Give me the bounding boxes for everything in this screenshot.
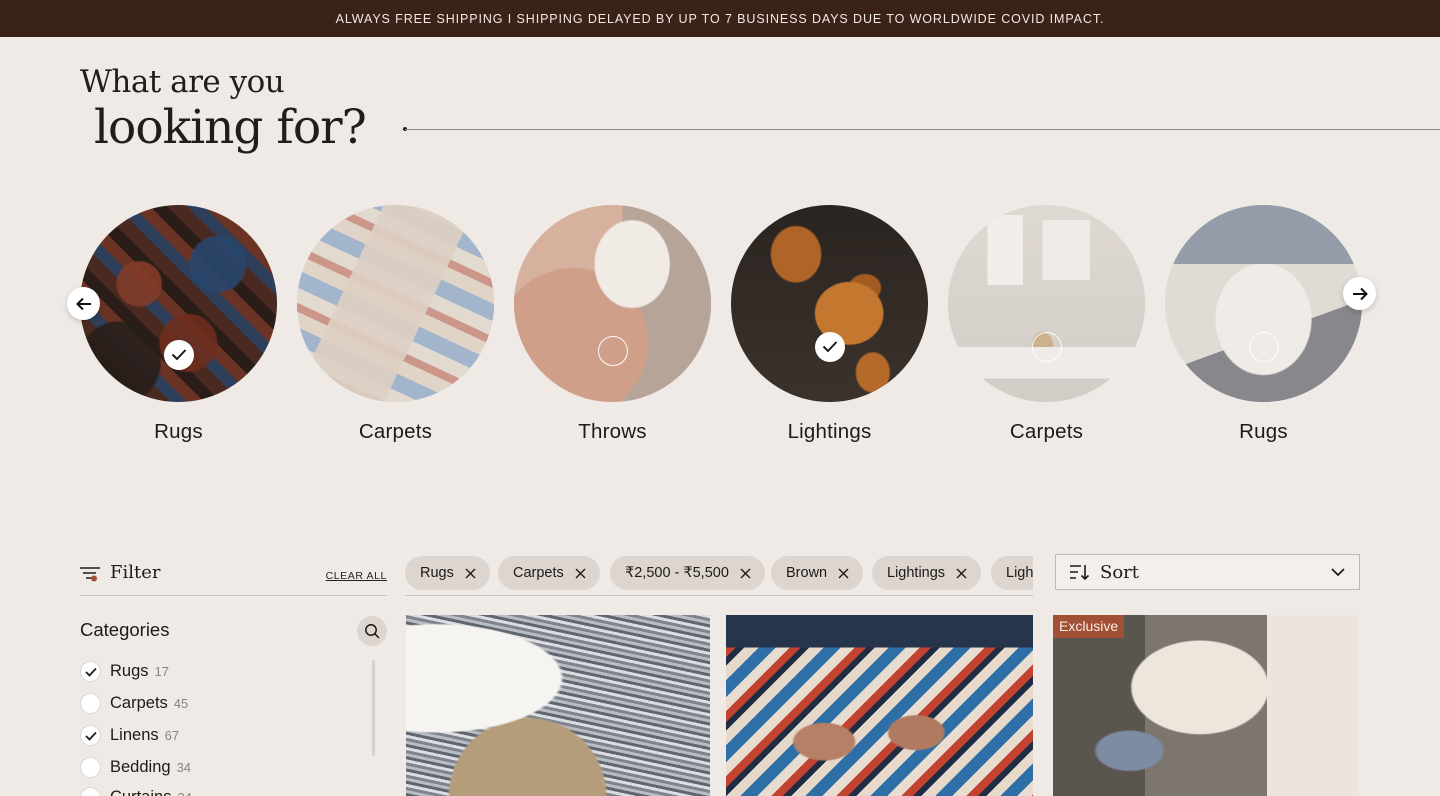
chip-label: Lighings [1006, 565, 1033, 581]
close-icon[interactable] [575, 568, 586, 579]
filter-header: Filter CLEAR ALL [80, 560, 387, 596]
check-placeholder-icon [1248, 332, 1279, 362]
filter-option-label: Linens [110, 725, 159, 744]
filter-chip[interactable]: Lightings [872, 556, 982, 590]
category-image-lightings [731, 205, 928, 402]
check-icon [814, 332, 845, 362]
check-icon [85, 731, 97, 741]
product-card[interactable] [726, 615, 1033, 796]
heading-divider [405, 129, 1440, 130]
category-label: Carpets [1009, 420, 1084, 443]
carousel-next-button[interactable] [1343, 277, 1376, 310]
check-placeholder-icon [1031, 332, 1062, 362]
close-icon[interactable] [838, 568, 849, 579]
sort-dropdown[interactable]: Sort [1055, 554, 1360, 590]
category-image-throws [514, 205, 711, 402]
filter-chip[interactable]: Rugs [405, 556, 490, 590]
close-icon[interactable] [465, 568, 476, 579]
checkbox-checked[interactable] [80, 660, 101, 682]
product-image-cushion [1053, 615, 1359, 796]
product-image-kilim [726, 615, 1033, 796]
filter-chip[interactable]: Lighings [991, 556, 1033, 590]
checkbox[interactable] [80, 692, 101, 714]
checkbox[interactable] [80, 786, 101, 796]
category-label: Throws [578, 420, 647, 443]
filter-option-count: 45 [173, 695, 189, 711]
chip-label: Lightings [887, 565, 946, 581]
category-card-throws[interactable]: Throws [514, 205, 711, 444]
filter-icon [80, 567, 100, 582]
category-label: Rugs [154, 420, 203, 443]
categories-heading: Categories [80, 619, 170, 640]
filter-chip[interactable]: Carpets [498, 556, 600, 590]
filter-option-rugs[interactable]: Rugs 17 [80, 660, 169, 682]
category-scrollbar[interactable] [372, 660, 375, 756]
arrow-left-icon [75, 297, 91, 310]
category-image-bedroom [1165, 205, 1362, 402]
filter-chip[interactable]: ₹2,500 - ₹5,500 [610, 556, 765, 590]
filter-option-bedding[interactable]: Bedding 34 [80, 756, 191, 778]
filter-option-linens[interactable]: Linens 67 [80, 724, 179, 746]
checkbox[interactable] [80, 756, 101, 778]
chip-label: Carpets [513, 565, 564, 581]
chip-label: ₹2,500 - ₹5,500 [625, 565, 729, 581]
category-card-rugs-2[interactable]: Rugs [1165, 205, 1362, 444]
category-search-button[interactable] [357, 616, 387, 646]
product-card[interactable] [406, 615, 710, 796]
filter-option-label: Curtains [110, 788, 171, 796]
chip-label: Rugs [420, 565, 454, 581]
category-label: Lightings [787, 420, 872, 443]
announcement-text: ALWAYS FREE SHIPPING I SHIPPING DELAYED … [335, 11, 1105, 26]
category-card-carpets-2[interactable]: Carpets [948, 205, 1145, 444]
check-icon [163, 340, 194, 370]
filter-option-count: 34 [176, 759, 192, 775]
section-heading-line1: What are you [80, 64, 285, 100]
arrow-right-icon [1352, 287, 1368, 300]
search-icon [365, 624, 380, 639]
active-filters-bar: Rugs Carpets ₹2,500 - ₹5,500 Brown Light… [405, 556, 1033, 596]
filter-option-carpets[interactable]: Carpets 45 [80, 692, 188, 714]
filter-option-label: Rugs [110, 661, 149, 680]
category-image-rugs [80, 205, 277, 402]
check-placeholder-icon [597, 336, 628, 366]
announcement-bar: ALWAYS FREE SHIPPING I SHIPPING DELAYED … [0, 0, 1440, 37]
checkbox-checked[interactable] [80, 724, 101, 746]
filter-option-curtains[interactable]: Curtains 24 [80, 786, 192, 796]
filter-option-count: 24 [177, 790, 191, 796]
category-image-carpets [297, 205, 494, 402]
category-card-lightings[interactable]: Lightings [731, 205, 928, 444]
category-label: Rugs [1239, 420, 1288, 443]
filter-option-label: Carpets [110, 693, 168, 712]
exclusive-badge: Exclusive [1053, 615, 1125, 638]
close-icon[interactable] [740, 568, 751, 579]
filter-option-count: 67 [164, 727, 180, 743]
close-icon[interactable] [956, 568, 967, 579]
clear-all-link[interactable]: CLEAR ALL [326, 570, 387, 582]
filter-chip[interactable]: Brown [771, 556, 864, 590]
category-card-carpets[interactable]: Carpets [297, 205, 494, 444]
filter-title: Filter [110, 562, 161, 583]
chevron-down-icon [1331, 568, 1345, 577]
filter-option-count: 17 [154, 663, 169, 679]
check-icon [85, 667, 97, 677]
carousel-prev-button[interactable] [67, 287, 100, 320]
category-image-wall-decor [948, 205, 1145, 402]
category-card-rugs[interactable]: Rugs [80, 205, 277, 444]
filter-option-label: Bedding [110, 757, 171, 776]
sort-icon [1070, 565, 1090, 581]
chip-label: Brown [786, 565, 828, 581]
product-image-pillow [406, 615, 710, 796]
category-label: Carpets [358, 420, 433, 443]
section-heading-line2: looking for? [94, 100, 367, 155]
sort-label: Sort [1100, 562, 1140, 583]
product-card[interactable]: Exclusive [1053, 615, 1359, 796]
